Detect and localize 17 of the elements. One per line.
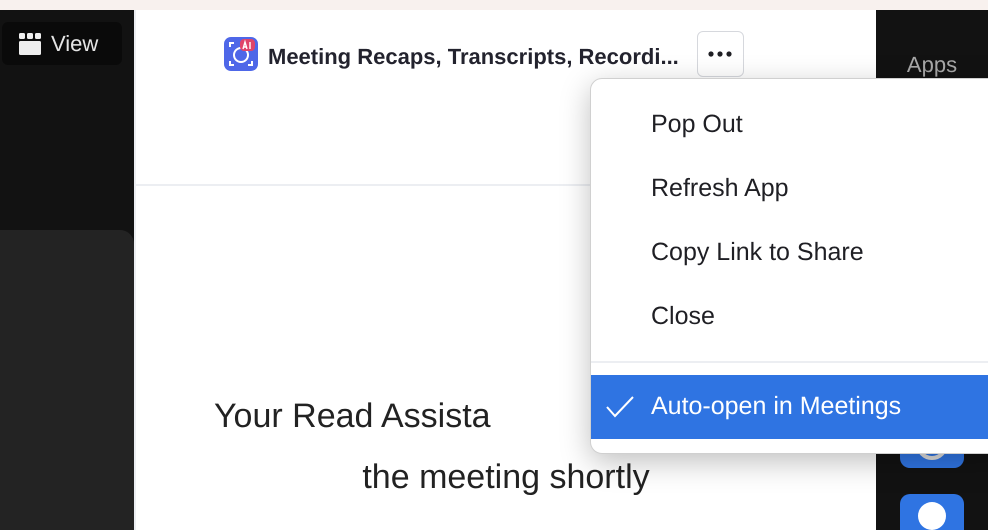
- message-text: the meeting shortly: [362, 457, 650, 498]
- app-title: Meeting Recaps, Transcripts, Recordi...: [268, 43, 679, 71]
- view-button[interactable]: View: [2, 22, 122, 65]
- apps-label: Apps: [906, 51, 958, 79]
- menu-item[interactable]: Refresh App: [591, 157, 988, 221]
- more-options-button[interactable]: [696, 31, 744, 77]
- more-icon: [708, 51, 732, 57]
- menu-item[interactable]: Close: [591, 285, 988, 349]
- menu-item[interactable]: Pop Out: [591, 93, 988, 157]
- app-button[interactable]: [900, 494, 964, 530]
- grid-icon: [19, 32, 41, 54]
- message-text: Your Read Assista: [214, 396, 491, 437]
- checkmark-icon: [605, 395, 635, 419]
- menu-item[interactable]: Auto-open in Meetings: [591, 375, 988, 439]
- app-logo-icon: [224, 37, 258, 71]
- circle-icon: [918, 502, 946, 530]
- menu-item[interactable]: Copy Link to Share: [591, 221, 988, 285]
